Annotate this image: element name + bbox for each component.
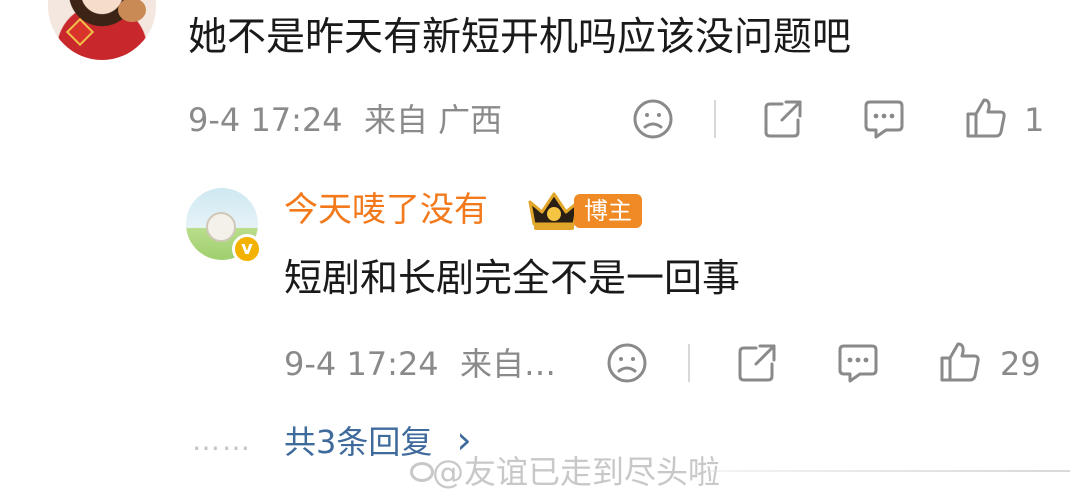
emoji-icon[interactable] <box>632 98 674 140</box>
avatar-bear-decoration <box>206 212 236 242</box>
reply-time: 9-4 17:24 <box>284 345 439 383</box>
comment-icon[interactable] <box>862 98 906 140</box>
reply-location: 来自… <box>460 345 557 383</box>
emoji-icon[interactable] <box>606 342 648 384</box>
more-replies-label: 共3条回复 <box>284 423 433 461</box>
reply-text: 短剧和长剧完全不是一回事 <box>284 256 741 300</box>
verified-badge: v <box>232 234 262 264</box>
comment-text: 她不是昨天有新短开机吗应该没问题吧 <box>188 15 852 60</box>
watermark-line <box>700 470 1070 472</box>
comment-icon[interactable] <box>836 342 880 384</box>
weibo-logo-icon <box>410 462 434 482</box>
share-icon[interactable] <box>736 342 778 384</box>
like-icon[interactable] <box>964 96 1008 140</box>
like-icon[interactable] <box>938 340 982 384</box>
divider <box>688 344 690 382</box>
reply-username[interactable]: 今天唛了没有 <box>284 186 488 234</box>
reply-like-count: 29 <box>1000 345 1041 383</box>
divider <box>714 100 716 138</box>
commenter-avatar[interactable] <box>48 0 156 60</box>
share-icon[interactable] <box>762 98 804 140</box>
comment-location: 来自 广西 <box>364 101 503 139</box>
watermark: @友谊已走到尽头啦 <box>432 453 721 491</box>
avatar-fu-decoration <box>65 17 95 47</box>
like-count: 1 <box>1024 101 1045 139</box>
avatar-dog-decoration <box>118 0 146 22</box>
blogger-badge: 博主 <box>574 194 642 228</box>
more-dots: …… <box>192 424 252 457</box>
comment-time: 9-4 17:24 <box>188 101 343 139</box>
